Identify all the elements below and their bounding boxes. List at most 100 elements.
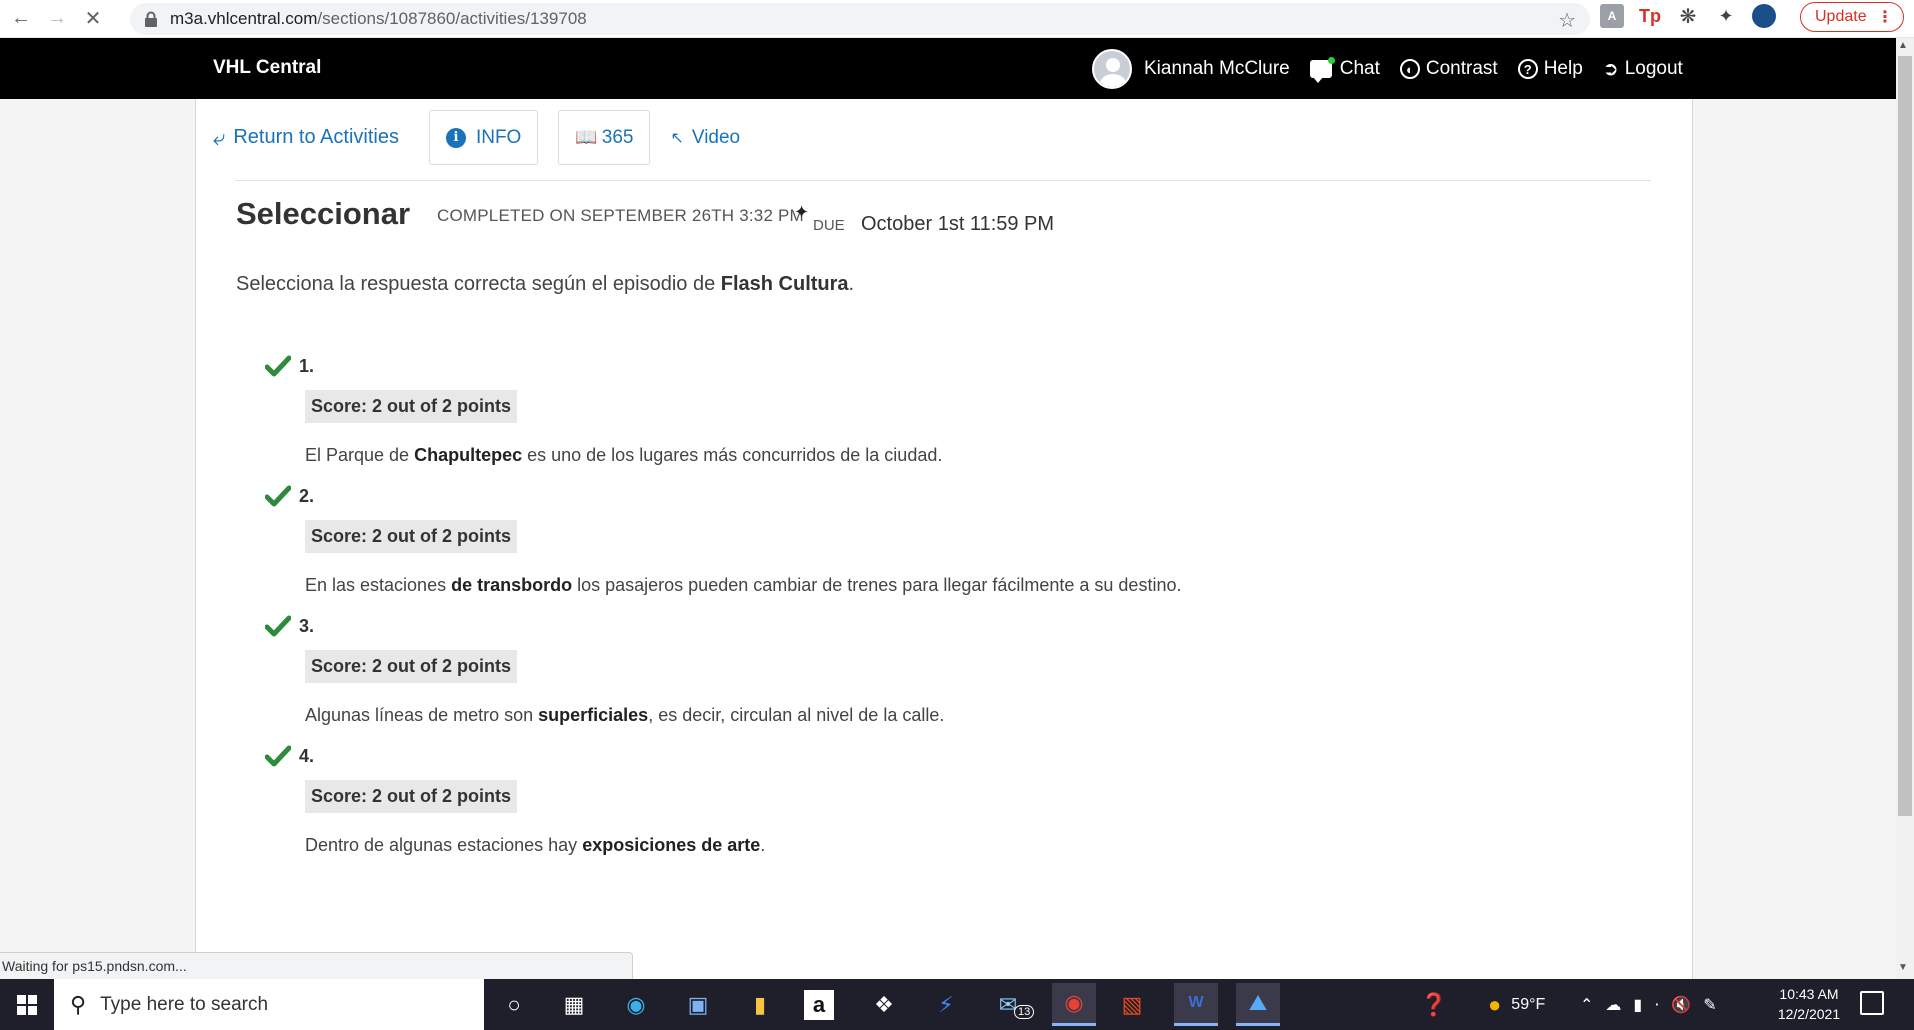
video-label: Video (691, 126, 741, 148)
battery-icon[interactable]: ▮ (1633, 995, 1642, 1015)
wifi-icon[interactable]: ⋅ (1654, 995, 1659, 1015)
external-arrow-icon: ↖ (670, 129, 684, 147)
extensions-puzzle-icon[interactable]: ✦ (1714, 4, 1738, 28)
windows-taskbar: ⚲ Type here to search ○ ▦ ◉ ▣ ▮ a ❖ ⚡ ✉ … (0, 979, 1914, 1030)
microsoft-store-icon[interactable]: ▣ (680, 987, 716, 1023)
search-placeholder: Type here to search (100, 993, 269, 1015)
site-header: VHL Central Kiannah McClure Chat ◐ Contr… (0, 38, 1896, 99)
question-sentence: En las estaciones de transbordo los pasa… (305, 575, 1465, 596)
selected-answer: Chapultepec (414, 445, 523, 465)
sentence-end: es uno de los lugares más concurridos de… (522, 445, 943, 465)
sentence-end: los pasajeros pueden cambiar de trenes p… (572, 575, 1182, 595)
question-item: 4. Score: 2 out of 2 points Dentro de al… (265, 742, 1465, 856)
question-item: 1. Score: 2 out of 2 points El Parque de… (265, 352, 1465, 466)
amazon-icon[interactable]: a (804, 990, 834, 1020)
checkmark-icon (265, 355, 291, 377)
search-icon: ⚲ (70, 991, 87, 1017)
online-dot-icon (1327, 57, 1335, 64)
sentence-start: Algunas líneas de metro son (305, 705, 539, 725)
mouse-cursor-icon: ✦ (794, 202, 810, 222)
taskbar-clock[interactable]: 10:43 AM 12/2/2021 (1764, 984, 1854, 1024)
logout-icon: ➲ (1602, 58, 1619, 80)
dropbox-icon[interactable]: ❖ (866, 987, 902, 1023)
sentence-start: El Parque de (305, 445, 415, 465)
mail-badge: 13 (1014, 1005, 1035, 1019)
bookmark-star-icon[interactable]: ☆ (1558, 8, 1576, 33)
update-button[interactable]: Update ⋮ (1800, 2, 1904, 32)
pdf-extension-icon[interactable]: A (1600, 4, 1624, 28)
checkmark-icon (265, 745, 291, 767)
return-to-activities-link[interactable]: ⤶ Return to Activities (213, 125, 399, 151)
contrast-icon: ◐ (1399, 59, 1420, 79)
address-bar[interactable]: m3a.vhlcentral.com/sections/1087860/acti… (130, 3, 1590, 35)
scrollbar-thumb[interactable] (1898, 56, 1912, 816)
taskbar-search-input[interactable]: ⚲ Type here to search (54, 979, 484, 1030)
contrast-link[interactable]: ◐ Contrast (1399, 58, 1498, 80)
checkmark-icon (265, 615, 291, 637)
info-button[interactable]: i INFO (428, 110, 539, 165)
help-icon: ? (1517, 59, 1538, 79)
contrast-label: Contrast (1425, 58, 1498, 79)
cortana-icon[interactable]: ○ (496, 987, 532, 1023)
notification-center-icon[interactable] (1860, 991, 1884, 1015)
logout-link[interactable]: ➲ Logout (1603, 58, 1683, 81)
chat-link[interactable]: Chat (1309, 57, 1380, 83)
update-label: Update (1815, 8, 1867, 25)
header-nav: Kiannah McClure Chat ◐ Contrast ? Help ➲… (1092, 49, 1703, 89)
selected-answer: de transbordo (451, 575, 573, 595)
activity-title-row: Seleccionar COMPLETED ON SEPTEMBER 26TH … (236, 196, 1636, 246)
file-explorer-icon[interactable]: ▮ (742, 987, 778, 1023)
photos-icon[interactable]: ⛰ (1236, 983, 1280, 1026)
return-label: Return to Activities (233, 126, 399, 148)
profile-avatar-icon[interactable] (1752, 4, 1776, 28)
weather-widget[interactable]: ● 59°F (1488, 979, 1545, 1030)
score-badge: Score: 2 out of 2 points (305, 520, 518, 553)
clock-time: 10:43 AM (1779, 986, 1839, 1002)
onedrive-icon[interactable]: ☁ (1605, 995, 1621, 1015)
start-button[interactable] (0, 979, 54, 1030)
task-view-icon[interactable]: ▦ (556, 987, 592, 1023)
volume-muted-icon[interactable]: 🔇 (1671, 995, 1691, 1015)
instructions-end: . (848, 273, 855, 295)
activity-toolbar: ⤶ Return to Activities i INFO 📖 365 ↖ Vi… (213, 110, 740, 165)
video-link[interactable]: ↖ Video (670, 127, 740, 149)
stop-loading-icon[interactable]: ✕ (78, 4, 108, 34)
app-bolt-icon[interactable]: ⚡ (928, 987, 964, 1023)
instructions-source: Flash Cultura (720, 273, 849, 295)
due-date: October 1st 11:59 PM (861, 213, 1055, 235)
forward-arrow-icon[interactable]: → (42, 4, 72, 34)
edge-browser-icon[interactable]: ◉ (618, 987, 654, 1023)
chevron-up-icon[interactable]: ⌃ (1580, 995, 1593, 1015)
pen-icon[interactable]: ✎ (1703, 995, 1716, 1015)
brand-logo[interactable]: VHL Central (213, 57, 321, 79)
word-icon[interactable]: W (1174, 983, 1218, 1026)
question-sentence: Algunas líneas de metro son superficiale… (305, 705, 1465, 726)
openai-extension-icon[interactable]: ❋ (1676, 4, 1700, 28)
back-arrow-icon[interactable]: ← (6, 4, 36, 34)
sentence-start: Dentro de algunas estaciones hay (305, 835, 583, 855)
browser-toolbar: ← → ✕ m3a.vhlcentral.com/sections/108786… (0, 0, 1914, 38)
page-label: 365 (601, 126, 634, 148)
book-icon: 📖 (575, 127, 598, 147)
chat-label: Chat (1339, 58, 1380, 79)
office-icon[interactable]: ▧ (1114, 987, 1150, 1023)
chrome-icon[interactable]: ◉ (1052, 983, 1096, 1026)
selected-answer: exposiciones de arte (582, 835, 761, 855)
help-tips-icon[interactable]: ❓ (1416, 987, 1452, 1023)
logout-label: Logout (1624, 58, 1683, 79)
avatar[interactable] (1092, 49, 1132, 89)
page-reference-button[interactable]: 📖 365 (558, 110, 651, 165)
sentence-end: , es decir, circulan al nivel de la call… (648, 705, 945, 725)
sun-icon: ● (1488, 991, 1502, 1017)
help-label: Help (1543, 58, 1583, 79)
question-item: 2. Score: 2 out of 2 points En las estac… (265, 482, 1465, 596)
tp-extension-icon[interactable]: Tp (1638, 4, 1662, 28)
score-badge: Score: 2 out of 2 points (305, 650, 518, 683)
instructions-text: Selecciona la respuesta correcta según e… (236, 273, 721, 295)
clock-date: 12/2/2021 (1777, 1006, 1841, 1022)
user-name[interactable]: Kiannah McClure (1144, 58, 1290, 80)
question-number: 4. (299, 745, 315, 766)
scroll-up-icon[interactable]: ▲ (1898, 40, 1908, 51)
scroll-down-icon[interactable]: ▼ (1898, 962, 1908, 973)
help-link[interactable]: ? Help (1517, 58, 1583, 80)
